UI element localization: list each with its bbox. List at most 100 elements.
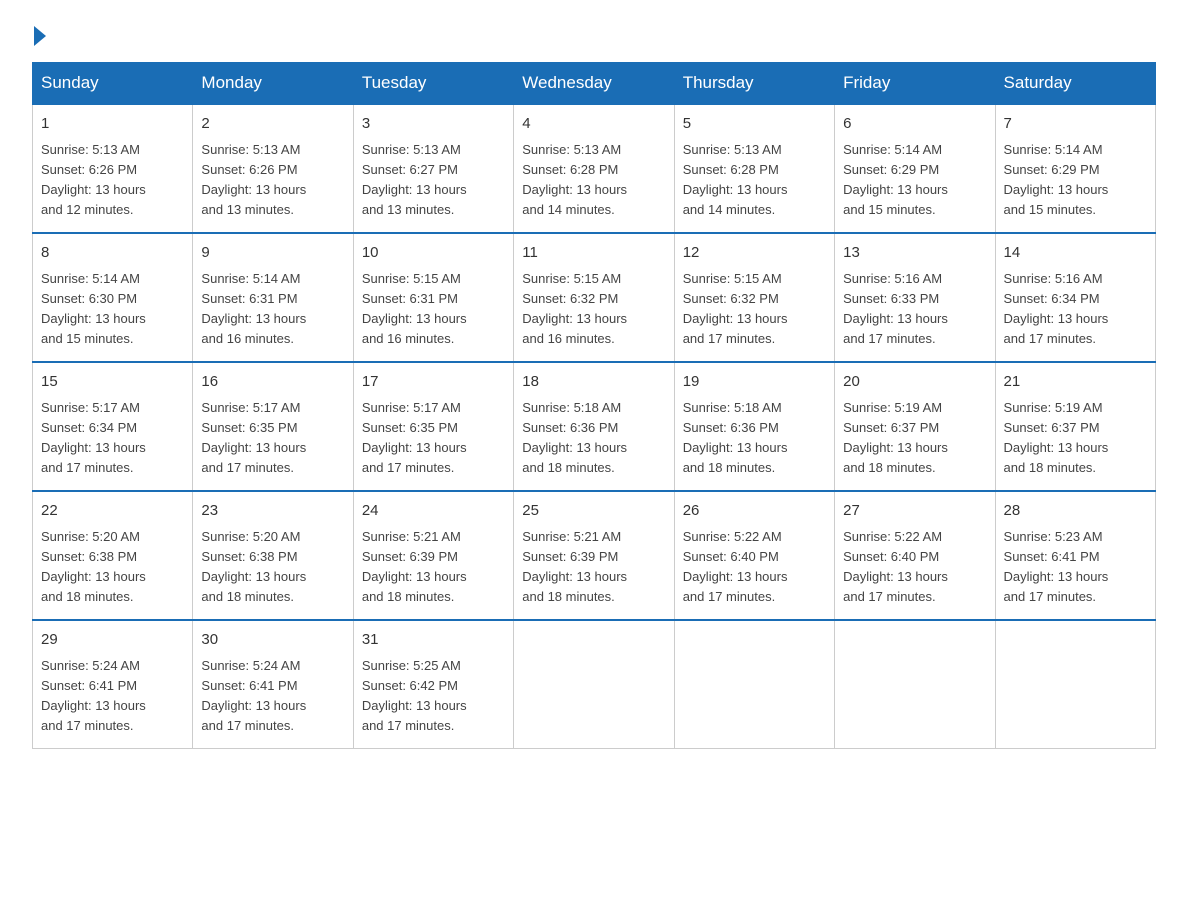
day-info: Sunrise: 5:15 AMSunset: 6:32 PMDaylight:… [522, 271, 627, 346]
calendar-week-2: 8 Sunrise: 5:14 AMSunset: 6:30 PMDaylight… [33, 233, 1156, 362]
day-info: Sunrise: 5:24 AMSunset: 6:41 PMDaylight:… [41, 658, 146, 733]
day-number: 10 [362, 242, 505, 265]
day-info: Sunrise: 5:13 AMSunset: 6:26 PMDaylight:… [201, 142, 306, 217]
calendar-cell: 17Sunrise: 5:17 AMSunset: 6:35 PMDayligh… [353, 362, 513, 491]
calendar-cell [514, 620, 674, 749]
day-info: Sunrise: 5:13 AMSunset: 6:26 PMDaylight:… [41, 142, 146, 217]
calendar-cell: 21 Sunrise: 5:19 AMSunset: 6:37 PMDayligh… [995, 362, 1155, 491]
day-info: Sunrise: 5:13 AMSunset: 6:28 PMDaylight:… [522, 142, 627, 217]
day-info: Sunrise: 5:14 AMSunset: 6:31 PMDaylight:… [201, 271, 306, 346]
day-number: 25 [522, 500, 665, 523]
day-number: 21 [1004, 371, 1147, 394]
day-number: 6 [843, 113, 986, 136]
day-number: 23 [201, 500, 344, 523]
day-info: Sunrise: 5:17 AMSunset: 6:34 PMDaylight:… [41, 400, 146, 475]
calendar-cell: 7 Sunrise: 5:14 AMSunset: 6:29 PMDaylight… [995, 104, 1155, 233]
calendar-cell: 8 Sunrise: 5:14 AMSunset: 6:30 PMDaylight… [33, 233, 193, 362]
calendar-cell: 14 Sunrise: 5:16 AMSunset: 6:34 PMDayligh… [995, 233, 1155, 362]
calendar-cell: 20Sunrise: 5:19 AMSunset: 6:37 PMDayligh… [835, 362, 995, 491]
day-number: 29 [41, 629, 184, 652]
day-info: Sunrise: 5:16 AMSunset: 6:34 PMDaylight:… [1004, 271, 1109, 346]
day-number: 11 [522, 242, 665, 265]
calendar-cell: 18Sunrise: 5:18 AMSunset: 6:36 PMDayligh… [514, 362, 674, 491]
calendar-cell: 28 Sunrise: 5:23 AMSunset: 6:41 PMDayligh… [995, 491, 1155, 620]
calendar-cell [995, 620, 1155, 749]
calendar-cell: 15 Sunrise: 5:17 AMSunset: 6:34 PMDayligh… [33, 362, 193, 491]
day-info: Sunrise: 5:21 AMSunset: 6:39 PMDaylight:… [362, 529, 467, 604]
day-info: Sunrise: 5:25 AMSunset: 6:42 PMDaylight:… [362, 658, 467, 733]
weekday-header-wednesday: Wednesday [514, 63, 674, 105]
calendar-cell [835, 620, 995, 749]
day-info: Sunrise: 5:15 AMSunset: 6:32 PMDaylight:… [683, 271, 788, 346]
day-info: Sunrise: 5:24 AMSunset: 6:41 PMDaylight:… [201, 658, 306, 733]
weekday-header-monday: Monday [193, 63, 353, 105]
calendar-cell: 13 Sunrise: 5:16 AMSunset: 6:33 PMDayligh… [835, 233, 995, 362]
day-info: Sunrise: 5:18 AMSunset: 6:36 PMDaylight:… [522, 400, 627, 475]
calendar-cell: 25 Sunrise: 5:21 AMSunset: 6:39 PMDayligh… [514, 491, 674, 620]
calendar-cell: 31 Sunrise: 5:25 AMSunset: 6:42 PMDayligh… [353, 620, 513, 749]
weekday-header-sunday: Sunday [33, 63, 193, 105]
weekday-header-saturday: Saturday [995, 63, 1155, 105]
day-number: 8 [41, 242, 184, 265]
calendar-cell: 23 Sunrise: 5:20 AMSunset: 6:38 PMDayligh… [193, 491, 353, 620]
day-info: Sunrise: 5:13 AMSunset: 6:28 PMDaylight:… [683, 142, 788, 217]
calendar-cell: 2Sunrise: 5:13 AMSunset: 6:26 PMDaylight… [193, 104, 353, 233]
day-info: Sunrise: 5:16 AMSunset: 6:33 PMDaylight:… [843, 271, 948, 346]
day-info: Sunrise: 5:20 AMSunset: 6:38 PMDaylight:… [41, 529, 146, 604]
day-info: Sunrise: 5:23 AMSunset: 6:41 PMDaylight:… [1004, 529, 1109, 604]
day-info: Sunrise: 5:19 AMSunset: 6:37 PMDaylight:… [1004, 400, 1109, 475]
day-number: 3 [362, 113, 505, 136]
day-number: 20 [843, 371, 986, 394]
calendar-cell: 11 Sunrise: 5:15 AMSunset: 6:32 PMDayligh… [514, 233, 674, 362]
day-number: 28 [1004, 500, 1147, 523]
calendar-cell: 19Sunrise: 5:18 AMSunset: 6:36 PMDayligh… [674, 362, 834, 491]
calendar-week-3: 15 Sunrise: 5:17 AMSunset: 6:34 PMDayligh… [33, 362, 1156, 491]
calendar-cell: 16 Sunrise: 5:17 AMSunset: 6:35 PMDayligh… [193, 362, 353, 491]
day-number: 7 [1004, 113, 1147, 136]
calendar-cell: 29 Sunrise: 5:24 AMSunset: 6:41 PMDayligh… [33, 620, 193, 749]
day-number: 4 [522, 113, 665, 136]
page-header [32, 24, 1156, 44]
day-info: Sunrise: 5:13 AMSunset: 6:27 PMDaylight:… [362, 142, 467, 217]
day-number: 12 [683, 242, 826, 265]
day-number: 31 [362, 629, 505, 652]
day-number: 9 [201, 242, 344, 265]
day-number: 26 [683, 500, 826, 523]
day-info: Sunrise: 5:20 AMSunset: 6:38 PMDaylight:… [201, 529, 306, 604]
calendar-week-4: 22 Sunrise: 5:20 AMSunset: 6:38 PMDayligh… [33, 491, 1156, 620]
day-number: 15 [41, 371, 184, 394]
calendar-cell: 10 Sunrise: 5:15 AMSunset: 6:31 PMDayligh… [353, 233, 513, 362]
calendar-cell: 5Sunrise: 5:13 AMSunset: 6:28 PMDaylight… [674, 104, 834, 233]
calendar-week-5: 29 Sunrise: 5:24 AMSunset: 6:41 PMDayligh… [33, 620, 1156, 749]
day-number: 16 [201, 371, 344, 394]
day-info: Sunrise: 5:14 AMSunset: 6:29 PMDaylight:… [1004, 142, 1109, 217]
day-info: Sunrise: 5:14 AMSunset: 6:29 PMDaylight:… [843, 142, 948, 217]
logo-arrow-icon [34, 26, 46, 46]
day-info: Sunrise: 5:18 AMSunset: 6:36 PMDaylight:… [683, 400, 788, 475]
day-info: Sunrise: 5:17 AMSunset: 6:35 PMDaylight:… [201, 400, 306, 475]
day-number: 22 [41, 500, 184, 523]
calendar-cell: 1 Sunrise: 5:13 AMSunset: 6:26 PMDaylight… [33, 104, 193, 233]
calendar-cell [674, 620, 834, 749]
calendar-week-1: 1 Sunrise: 5:13 AMSunset: 6:26 PMDaylight… [33, 104, 1156, 233]
day-number: 14 [1004, 242, 1147, 265]
calendar-cell: 26Sunrise: 5:22 AMSunset: 6:40 PMDayligh… [674, 491, 834, 620]
calendar-cell: 6 Sunrise: 5:14 AMSunset: 6:29 PMDaylight… [835, 104, 995, 233]
day-number: 13 [843, 242, 986, 265]
weekday-header-thursday: Thursday [674, 63, 834, 105]
day-number: 1 [41, 113, 184, 136]
weekday-header-friday: Friday [835, 63, 995, 105]
day-info: Sunrise: 5:15 AMSunset: 6:31 PMDaylight:… [362, 271, 467, 346]
calendar-cell: 9 Sunrise: 5:14 AMSunset: 6:31 PMDaylight… [193, 233, 353, 362]
calendar-header-row: SundayMondayTuesdayWednesdayThursdayFrid… [33, 63, 1156, 105]
calendar-cell: 4 Sunrise: 5:13 AMSunset: 6:28 PMDaylight… [514, 104, 674, 233]
calendar-table: SundayMondayTuesdayWednesdayThursdayFrid… [32, 62, 1156, 749]
day-number: 27 [843, 500, 986, 523]
day-number: 30 [201, 629, 344, 652]
calendar-cell: 27Sunrise: 5:22 AMSunset: 6:40 PMDayligh… [835, 491, 995, 620]
day-info: Sunrise: 5:21 AMSunset: 6:39 PMDaylight:… [522, 529, 627, 604]
day-number: 24 [362, 500, 505, 523]
calendar-cell: 12 Sunrise: 5:15 AMSunset: 6:32 PMDayligh… [674, 233, 834, 362]
calendar-cell: 30 Sunrise: 5:24 AMSunset: 6:41 PMDayligh… [193, 620, 353, 749]
day-info: Sunrise: 5:14 AMSunset: 6:30 PMDaylight:… [41, 271, 146, 346]
